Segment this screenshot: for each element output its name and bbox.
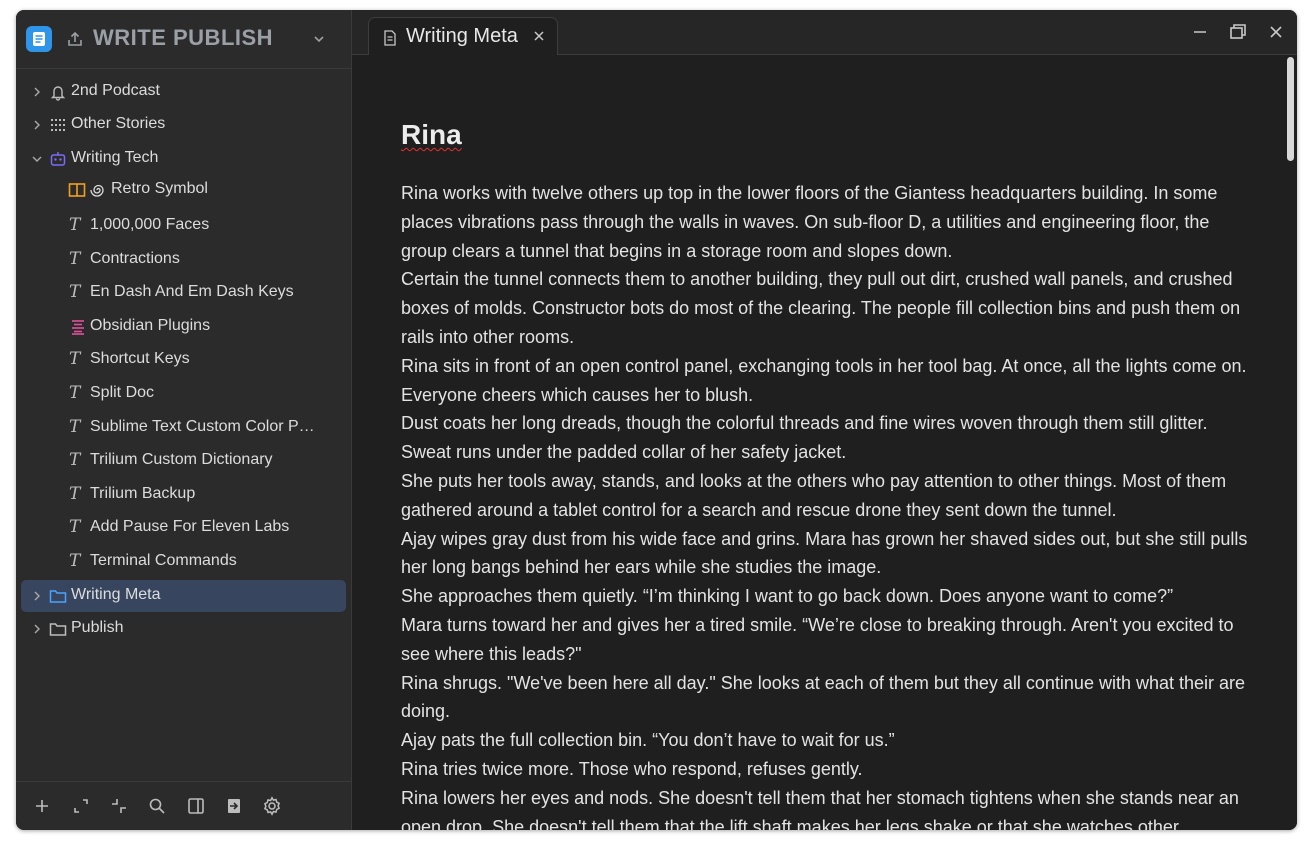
tree-item-sublime-text[interactable]: T Sublime Text Custom Color P… bbox=[21, 412, 346, 444]
minimize-icon[interactable] bbox=[1190, 22, 1210, 42]
search-icon[interactable] bbox=[146, 795, 168, 817]
tree-item-label: Trilium Custom Dictionary bbox=[90, 451, 273, 468]
close-icon[interactable] bbox=[533, 29, 545, 47]
text-note-icon: T bbox=[69, 282, 81, 302]
text-note-icon: T bbox=[69, 551, 81, 571]
robot-icon bbox=[50, 152, 66, 166]
tree-item-1000000-faces[interactable]: T 1,000,000 Faces bbox=[21, 210, 346, 242]
tree-item-writing-meta[interactable]: Writing Meta bbox=[21, 580, 346, 612]
upload-icon bbox=[66, 30, 84, 53]
paragraph: Rina tries twice more. Those who respond… bbox=[401, 758, 863, 779]
paragraph: Certain the tunnel connects them to anot… bbox=[401, 269, 1241, 347]
close-window-icon[interactable] bbox=[1266, 22, 1286, 42]
tree-item-label: Contractions bbox=[90, 250, 180, 267]
tree-item-label: 2nd Podcast bbox=[71, 82, 160, 99]
folder-icon bbox=[49, 623, 67, 636]
text-note-icon: T bbox=[69, 517, 81, 537]
sidebar: WRITE PUBLISH 2nd Podcast Other Stories bbox=[16, 10, 352, 830]
text-note-icon: T bbox=[69, 383, 81, 403]
bell-icon bbox=[50, 86, 66, 101]
book-open-icon bbox=[68, 183, 86, 197]
paragraph: Rina sits in front of an open control pa… bbox=[401, 355, 1247, 405]
note-body[interactable]: Rina works with twelve others up top in … bbox=[401, 179, 1251, 830]
text-note-icon: T bbox=[69, 349, 81, 369]
text-note-icon: T bbox=[69, 484, 81, 504]
paragraph: Rina shrugs. "We've been here all day." … bbox=[401, 672, 1246, 722]
chevron-right-icon[interactable] bbox=[31, 85, 43, 99]
paragraph: She approaches them quietly. “I’m thinki… bbox=[401, 586, 1174, 607]
tree-item-label: En Dash And Em Dash Keys bbox=[90, 283, 294, 300]
tree-item-label: Shortcut Keys bbox=[90, 350, 190, 367]
tree-item-label: Writing Tech bbox=[71, 149, 159, 166]
tree-item-en-dash[interactable]: T En Dash And Em Dash Keys bbox=[21, 277, 346, 309]
tree-item-label: Add Pause For Eleven Labs bbox=[90, 518, 290, 535]
paragraph: Dust coats her long dreads, though the c… bbox=[401, 413, 1208, 463]
tree-item-label: Retro Symbol bbox=[111, 180, 208, 197]
expand-icon[interactable] bbox=[70, 795, 92, 817]
tree-item-trilium-backup[interactable]: T Trilium Backup bbox=[21, 479, 346, 511]
sidebar-toolbar bbox=[16, 781, 351, 830]
workspace-header: WRITE PUBLISH bbox=[16, 10, 351, 69]
scrollbar[interactable] bbox=[1285, 55, 1297, 830]
tree-item-other-stories[interactable]: Other Stories bbox=[21, 109, 346, 141]
tree-item-label: Publish bbox=[71, 619, 124, 636]
grid-dots-icon bbox=[51, 119, 65, 131]
chevron-down-icon[interactable] bbox=[312, 32, 326, 51]
tree-item-label: Other Stories bbox=[71, 115, 166, 132]
app-window: WRITE PUBLISH 2nd Podcast Other Stories bbox=[16, 10, 1297, 830]
tree-item-label: Terminal Commands bbox=[90, 552, 237, 569]
tree-item-terminal-commands[interactable]: T Terminal Commands bbox=[21, 546, 346, 578]
chevron-right-icon[interactable] bbox=[31, 622, 43, 636]
chevron-right-icon[interactable] bbox=[31, 589, 43, 603]
tree-item-add-pause[interactable]: T Add Pause For Eleven Labs bbox=[21, 512, 346, 544]
enter-note-icon[interactable] bbox=[223, 795, 245, 817]
note-title[interactable]: Rina bbox=[401, 119, 462, 151]
restore-icon[interactable] bbox=[1228, 22, 1248, 42]
tree-item-writing-tech[interactable]: Writing Tech bbox=[21, 143, 346, 175]
note-editor[interactable]: Rina Rina works with twelve others up to… bbox=[352, 55, 1297, 830]
text-note-icon: T bbox=[69, 215, 81, 235]
tree-item-trilium-dictionary[interactable]: T Trilium Custom Dictionary bbox=[21, 445, 346, 477]
tab-writing-meta[interactable]: Writing Meta bbox=[368, 17, 558, 55]
tree-item-label: Writing Meta bbox=[71, 586, 161, 603]
tree-item-retro-symbol[interactable]: Retro Symbol bbox=[21, 174, 346, 206]
tree-item-label: Sublime Text Custom Color P… bbox=[90, 418, 315, 435]
collapse-icon[interactable] bbox=[108, 795, 130, 817]
app-logo-icon[interactable] bbox=[26, 26, 52, 52]
tree-item-label: Obsidian Plugins bbox=[90, 317, 211, 334]
tab-label: Writing Meta bbox=[406, 25, 518, 47]
text-note-icon: T bbox=[69, 249, 81, 269]
tree-item-contractions[interactable]: T Contractions bbox=[21, 244, 346, 276]
paragraph: She puts her tools away, stands, and loo… bbox=[401, 470, 1227, 520]
list-icon bbox=[72, 320, 84, 335]
paragraph: Mara turns toward her and gives her a ti… bbox=[401, 614, 1234, 664]
sidebar-toggle-icon[interactable] bbox=[185, 795, 207, 817]
tree-item-2nd-podcast[interactable]: 2nd Podcast bbox=[21, 76, 346, 108]
tree-item-label: Split Doc bbox=[90, 384, 155, 401]
paragraph: Ajay wipes gray dust from his wide face … bbox=[401, 528, 1248, 578]
tree-item-label: 1,000,000 Faces bbox=[90, 216, 210, 233]
tab-bar: Writing Meta bbox=[352, 10, 1297, 55]
gear-icon[interactable] bbox=[261, 795, 283, 817]
paragraph: Rina works with twelve others up top in … bbox=[401, 183, 1218, 261]
tree-item-split-doc[interactable]: T Split Doc bbox=[21, 378, 346, 410]
folder-icon bbox=[49, 590, 67, 603]
document-icon bbox=[383, 30, 397, 51]
text-note-icon: T bbox=[69, 450, 81, 470]
scrollbar-thumb[interactable] bbox=[1287, 57, 1294, 161]
spiral-icon bbox=[90, 184, 104, 197]
main-pane: Writing Meta Rina Rina works with twelve… bbox=[352, 10, 1297, 830]
paragraph: Ajay pats the full collection bin. “You … bbox=[401, 730, 895, 751]
tree-item-publish[interactable]: Publish bbox=[21, 613, 346, 645]
tree-item-shortcut-keys[interactable]: T Shortcut Keys bbox=[21, 344, 346, 376]
text-note-icon: T bbox=[69, 417, 81, 437]
tree-item-label: Trilium Backup bbox=[90, 485, 196, 502]
chevron-down-icon[interactable] bbox=[31, 152, 43, 166]
add-icon[interactable] bbox=[31, 795, 53, 817]
tree-item-obsidian-plugins[interactable]: Obsidian Plugins bbox=[21, 311, 346, 343]
workspace-title[interactable]: WRITE PUBLISH bbox=[93, 25, 273, 51]
chevron-right-icon[interactable] bbox=[31, 118, 43, 132]
paragraph: Rina lowers her eyes and nods. She doesn… bbox=[401, 787, 1239, 830]
